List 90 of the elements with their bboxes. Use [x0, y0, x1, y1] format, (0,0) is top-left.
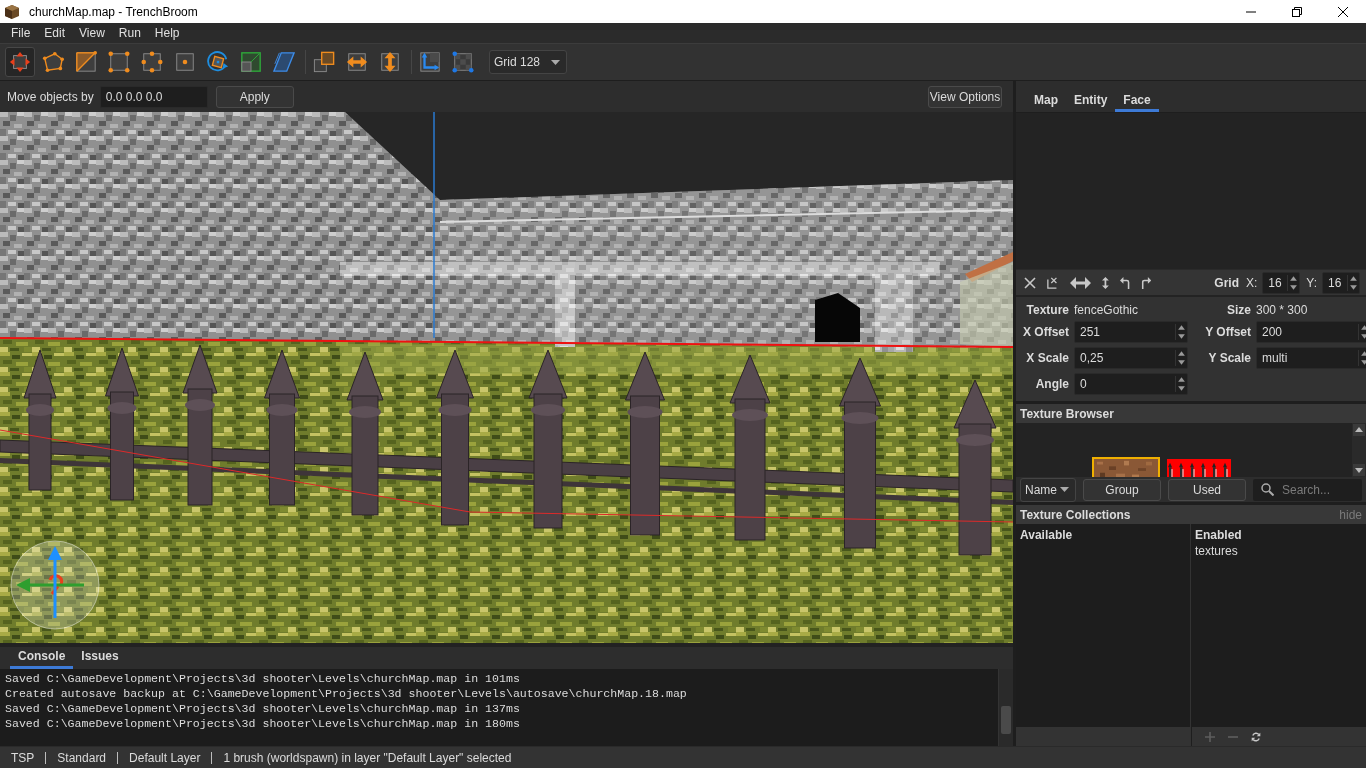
close-icon[interactable]	[1338, 6, 1348, 17]
menu-item[interactable]: Edit	[37, 26, 73, 40]
grid-y-field[interactable]: 16	[1322, 271, 1360, 294]
spinner-arrows-icon[interactable]	[1347, 274, 1359, 291]
scroll-up-icon[interactable]	[1353, 424, 1365, 436]
search-field[interactable]: Search...	[1253, 478, 1362, 501]
menu-item[interactable]: View	[72, 26, 112, 40]
scrollbar[interactable]	[1352, 423, 1366, 477]
property-field[interactable]: 0,25	[1074, 347, 1188, 369]
collection-item[interactable]: textures	[1195, 543, 1238, 559]
spinner-arrows-icon[interactable]	[1175, 376, 1187, 392]
menu-item[interactable]: File	[4, 26, 38, 40]
search-icon	[1261, 483, 1274, 496]
status-item: TSP	[11, 750, 35, 765]
grid-x-field[interactable]: 16	[1262, 271, 1301, 294]
vertical-arrows-icon[interactable]	[1102, 276, 1109, 289]
console-line: Saved C:\GameDevelopment\Projects\3d shooter\Levels\churchMap.map in 101ms	[5, 671, 521, 686]
rotate-icon	[207, 51, 229, 73]
square-x-icon[interactable]	[1047, 276, 1059, 289]
property-label: Angle	[1034, 377, 1069, 391]
scale-icon	[240, 51, 262, 73]
x-icon[interactable]	[1024, 276, 1036, 289]
window-title: churchMap.map - TrenchBroom	[29, 4, 199, 19]
restore-icon[interactable]	[1292, 6, 1302, 17]
caret-icon	[551, 59, 560, 65]
filter-button[interactable]: Used	[1168, 478, 1246, 501]
caret-icon	[1060, 487, 1069, 492]
checker-square-icon	[452, 51, 474, 73]
grid-x-label: X:	[1245, 275, 1258, 290]
property-label: Y Scale	[1207, 351, 1251, 365]
rotate-left-icon[interactable]	[1119, 276, 1131, 289]
sort-dropdown[interactable]: Name	[1020, 477, 1076, 502]
spinner-arrows-icon[interactable]	[1175, 324, 1187, 340]
grid-dropdown[interactable]: Grid 128	[489, 50, 567, 74]
grid-y-label: Y:	[1306, 275, 1317, 290]
scroll-down-icon[interactable]	[1353, 464, 1365, 476]
status-item: 1 brush (worldspawn) in layer "Default Layer" selected	[223, 750, 512, 765]
corner-dots-icon	[108, 51, 130, 73]
status-item: Default Layer	[129, 750, 201, 765]
property-value: 300 * 300	[1256, 303, 1309, 317]
console-line: Saved C:\GameDevelopment\Projects\3d shooter\Levels\churchMap.map in 180ms	[5, 716, 521, 731]
status-item: Standard	[57, 750, 107, 765]
property-field[interactable]: 200	[1256, 321, 1366, 343]
menu-item[interactable]: Help	[147, 26, 187, 40]
texture-thumbnail[interactable]	[1165, 457, 1233, 477]
view-options-button[interactable]: View Options	[928, 85, 1002, 108]
menu-item[interactable]: Run	[111, 26, 148, 40]
apply-button[interactable]: Apply	[215, 85, 294, 108]
polygon-icon	[42, 51, 64, 73]
edge-dots-icon	[141, 51, 163, 73]
horizontal-arrows-icon	[346, 51, 368, 73]
split-square-icon	[75, 51, 97, 73]
tool-button[interactable]	[5, 47, 35, 77]
overlapping-squares-icon	[313, 51, 335, 73]
property-field[interactable]: 0	[1074, 373, 1188, 395]
filter-button[interactable]: Group	[1083, 478, 1161, 501]
axis-gizmo-icon[interactable]	[10, 540, 100, 630]
horizontal-arrows-icon[interactable]	[1070, 276, 1091, 289]
axes-icon	[419, 51, 441, 73]
spinner-arrows-icon[interactable]	[1287, 274, 1300, 291]
property-value: fenceGothic	[1074, 303, 1140, 317]
property-field[interactable]: 251	[1074, 321, 1188, 343]
section-title: Texture Browser	[1020, 406, 1114, 421]
scrollbar-thumb[interactable]	[1001, 706, 1011, 734]
parallelogram-icon	[273, 51, 295, 73]
property-label: Texture	[1025, 303, 1069, 317]
vertical-arrows-icon	[379, 51, 401, 73]
move-field[interactable]: 0.0 0.0 0.0	[99, 85, 208, 108]
console-tab[interactable]: Issues	[73, 649, 127, 669]
scrollbar[interactable]	[998, 669, 1013, 746]
property-label: Y Offset	[1204, 325, 1251, 339]
grid-label: Grid	[1214, 275, 1239, 290]
refresh-icon[interactable]	[1251, 731, 1261, 742]
rotate-right-icon[interactable]	[1141, 276, 1152, 289]
section-title: Texture Collections	[1020, 507, 1131, 522]
inspector-tab[interactable]: Map	[1026, 93, 1066, 112]
property-field[interactable]: multi	[1256, 347, 1366, 369]
console-line: Created autosave backup at C:\GameDevelopment\Projects\3d shooter\Levels\autosave\churchMap.18.map	[5, 686, 688, 701]
property-label: X Scale	[1025, 351, 1069, 365]
texture-thumbnail[interactable]	[1092, 457, 1160, 477]
spinner-arrows-icon[interactable]	[1175, 350, 1187, 366]
column-header: Enabled	[1195, 527, 1242, 543]
column-header: Available	[1020, 527, 1073, 543]
inspector-tab[interactable]: Entity	[1066, 93, 1116, 112]
property-label: X Offset	[1022, 325, 1069, 339]
property-label: Size	[1226, 303, 1251, 317]
move-label: Move objects by	[7, 89, 94, 104]
move-arrows-icon	[9, 51, 31, 73]
cube-icon	[4, 3, 20, 20]
console-line: Saved C:\GameDevelopment\Projects\3d shooter\Levels\churchMap.map in 137ms	[5, 701, 521, 716]
